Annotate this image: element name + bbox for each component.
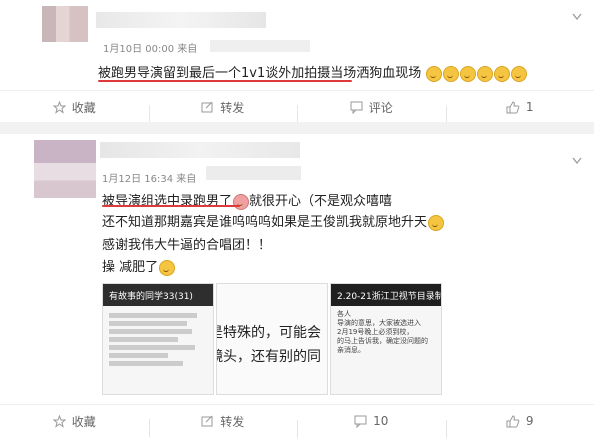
repost-label: 转发 xyxy=(220,99,244,116)
emoji-icon xyxy=(477,66,493,82)
like-button[interactable]: 9 xyxy=(446,414,594,428)
post-text-line2-body: 还不知道那期嘉宾是谁呜呜呜如果是王俊凯我就原地升天 xyxy=(102,215,427,230)
source-blurred xyxy=(210,40,310,52)
post-text-line4: 操 减肥了 xyxy=(102,256,175,276)
repost-button[interactable]: 转发 xyxy=(149,99,298,116)
post-text-line1b: 就很开心（不是观众嘻嘻 xyxy=(249,194,392,209)
thumb-text-b: 镜头，还有别的同 xyxy=(216,346,327,366)
thumb-title: 2.20-21浙江卫视节目录制 xyxy=(331,284,441,306)
post-text-line2: 还不知道那期嘉宾是谁呜呜呜如果是王俊凯我就原地升天 xyxy=(102,211,444,231)
repost-button[interactable]: 转发 xyxy=(149,413,298,430)
comment-icon xyxy=(354,415,367,428)
username-blurred[interactable] xyxy=(96,12,266,28)
post-meta: 1月10日 00:00 来自 xyxy=(103,40,197,55)
post-text-line3: 感谢我伟大牛逼的合唱团！！ xyxy=(102,234,271,253)
emoji-icon xyxy=(443,66,459,82)
thumbs-up-icon xyxy=(506,101,520,114)
comment-label: 评论 xyxy=(369,99,393,116)
emoji-icon xyxy=(511,66,527,82)
emoji-icon xyxy=(494,66,510,82)
image-thumbnail-3[interactable]: 2.20-21浙江卫视节目录制 各人 导演的意思，大家被选进入 2月19号晚上必… xyxy=(330,283,442,395)
comment-button[interactable]: 评论 xyxy=(297,99,446,116)
favorite-button[interactable]: 收藏 xyxy=(0,99,149,116)
comment-icon xyxy=(350,101,363,114)
thumbs-up-icon xyxy=(506,415,520,428)
emoji-icon xyxy=(428,215,444,231)
dropdown-arrow-icon[interactable] xyxy=(572,150,582,158)
emoji-icon xyxy=(233,194,249,210)
star-icon xyxy=(53,415,66,428)
username-blurred[interactable] xyxy=(100,142,300,158)
comment-button[interactable]: 10 xyxy=(297,414,446,428)
post-text-line4-body: 操 减肥了 xyxy=(102,260,158,275)
like-count: 9 xyxy=(526,414,534,428)
favorite-label: 收藏 xyxy=(72,99,96,116)
like-count: 1 xyxy=(526,100,534,114)
emoji-icon xyxy=(159,260,175,276)
favorite-label: 收藏 xyxy=(72,413,96,430)
source-blurred xyxy=(206,166,301,180)
image-thumbnail-1[interactable]: 有故事的同学33(31) xyxy=(102,283,214,395)
post-text-body: 被跑男导演留到最后一个1v1谈外加拍摄当场洒狗血现场 xyxy=(98,66,421,81)
thumb-body xyxy=(103,306,213,373)
avatar[interactable] xyxy=(34,140,96,198)
avatar[interactable] xyxy=(42,6,88,42)
repost-icon xyxy=(201,101,214,114)
highlight-underline xyxy=(98,80,352,82)
repost-icon xyxy=(201,415,214,428)
like-button[interactable]: 1 xyxy=(446,100,594,114)
image-thumbnail-2[interactable]: 是特殊的，可能会 镜头，还有别的同 xyxy=(216,283,328,395)
emoji-icon xyxy=(426,66,442,82)
dropdown-arrow-icon[interactable] xyxy=(572,6,582,14)
star-icon xyxy=(53,101,66,114)
post-text: 被跑男导演留到最后一个1v1谈外加拍摄当场洒狗血现场 xyxy=(98,62,527,82)
post-meta: 1月12日 16:34 来自 xyxy=(102,170,196,185)
highlight-underline xyxy=(102,205,240,207)
emoji-icon xyxy=(460,66,476,82)
separator xyxy=(0,122,594,134)
comment-count: 10 xyxy=(373,414,388,428)
thumb-body: 各人 导演的意思，大家被选进入 2月19号晚上必须到校， 的马上告诉我，确定没问… xyxy=(331,306,441,359)
favorite-button[interactable]: 收藏 xyxy=(0,413,149,430)
action-bar: 收藏 转发 10 9 xyxy=(0,404,594,437)
thumb-text-a: 是特殊的，可能会 xyxy=(216,322,327,342)
repost-label: 转发 xyxy=(220,413,244,430)
thumb-title: 有故事的同学33(31) xyxy=(103,284,213,306)
action-bar: 收藏 转发 评论 1 xyxy=(0,90,594,123)
